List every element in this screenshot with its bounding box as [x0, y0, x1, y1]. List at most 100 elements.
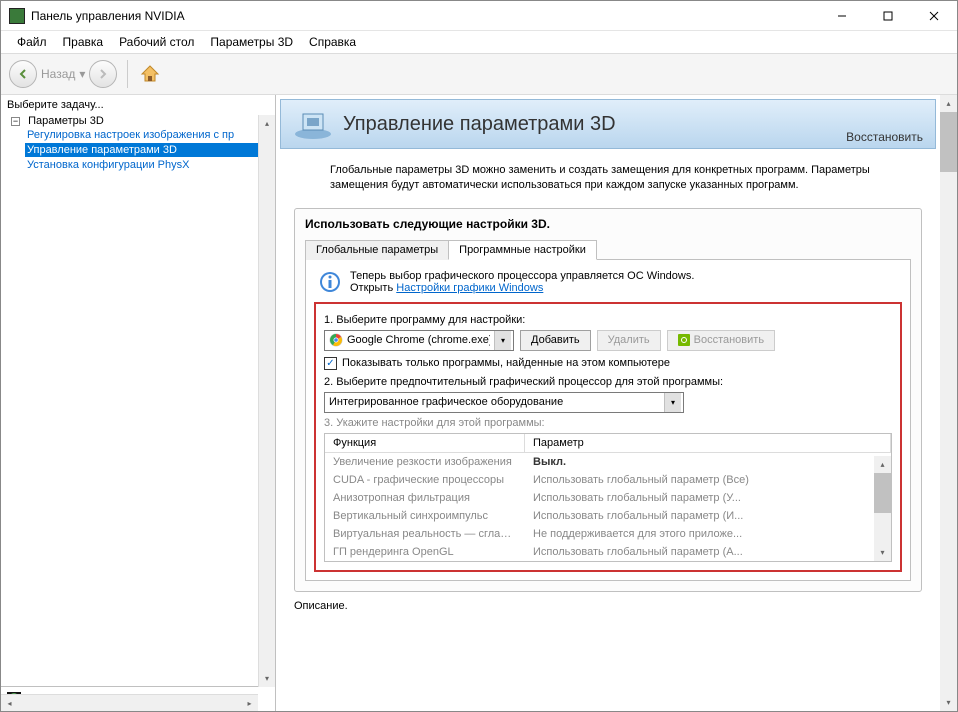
content-scrollbar[interactable]: ▴ ▾ — [940, 95, 957, 711]
app-icon — [9, 8, 25, 24]
table-scrollbar[interactable]: ▴ ▾ — [874, 456, 891, 561]
gpu-row: Интегрированное графическое оборудование… — [324, 392, 892, 413]
table-header: Функция Параметр — [325, 434, 891, 453]
menu-file[interactable]: Файл — [9, 33, 55, 51]
table-row[interactable]: Виртуальная реальность — сглаживан... Не… — [325, 525, 891, 543]
close-button[interactable] — [911, 1, 957, 31]
menu-edit[interactable]: Правка — [55, 33, 112, 51]
tabs: Глобальные параметры Программные настрой… — [305, 239, 911, 260]
tree-children: Регулировка настроек изображения с пр Уп… — [3, 128, 273, 172]
titlebar: Панель управления NVIDIA — [1, 1, 957, 31]
table-row[interactable]: Анизотропная фильтрация Использовать гло… — [325, 489, 891, 507]
tab-body: Теперь выбор графического процессора упр… — [305, 260, 911, 581]
sidebar-inner: Выберите задачу... − Параметры 3D Регули… — [1, 95, 275, 687]
sidebar-item-physx[interactable]: Установка конфигурации PhysX — [25, 158, 273, 172]
step2-label: 2. Выберите предпочтительный графический… — [324, 376, 892, 388]
scroll-up-icon[interactable]: ▴ — [259, 115, 275, 132]
info-line2-prefix: Открыть — [350, 282, 396, 294]
menu-3d[interactable]: Параметры 3D — [202, 33, 301, 51]
chevron-down-icon[interactable]: ▾ — [494, 331, 511, 350]
scroll-down-icon[interactable]: ▾ — [874, 544, 891, 561]
scroll-thumb[interactable] — [874, 473, 891, 513]
description-label: Описание. — [294, 600, 939, 612]
chrome-icon — [329, 333, 343, 347]
highlighted-settings: 1. Выберите программу для настройки: Goo… — [314, 302, 902, 572]
scroll-track[interactable] — [874, 513, 891, 544]
sidebar-item-adjust-image[interactable]: Регулировка настроек изображения с пр — [25, 128, 273, 142]
scroll-up-icon[interactable]: ▴ — [940, 95, 957, 112]
menubar: Файл Правка Рабочий стол Параметры 3D Сп… — [1, 31, 957, 53]
cell-func: ГП рендеринга OpenGL — [325, 543, 525, 561]
scroll-track[interactable] — [940, 172, 957, 694]
program-select-text: Google Chrome (chrome.exe) — [347, 334, 490, 346]
scroll-thumb[interactable] — [940, 112, 957, 172]
gpu-select-text: Интегрированное графическое оборудование — [329, 396, 660, 408]
scroll-up-icon[interactable]: ▴ — [874, 456, 891, 473]
menu-help[interactable]: Справка — [301, 33, 364, 51]
table-row[interactable]: ГП рендеринга OpenGL Использовать глобал… — [325, 543, 891, 561]
window-title: Панель управления NVIDIA — [31, 9, 819, 23]
main-area: Выберите задачу... − Параметры 3D Регули… — [1, 95, 957, 711]
menu-desktop[interactable]: Рабочий стол — [111, 33, 202, 51]
col-function[interactable]: Функция — [325, 434, 525, 452]
tree: − Параметры 3D Регулировка настроек изоб… — [3, 113, 273, 175]
sidebar-item-manage-3d[interactable]: Управление параметрами 3D — [25, 143, 273, 157]
chevron-down-icon[interactable]: ▾ — [79, 67, 85, 81]
remove-button: Удалить — [597, 330, 661, 351]
chevron-down-icon[interactable]: ▾ — [664, 393, 681, 412]
cell-param: Выкл. — [525, 453, 891, 471]
table-row[interactable]: Увеличение резкости изображения Выкл. — [325, 453, 891, 471]
forward-button[interactable] — [89, 60, 117, 88]
settings-table: Функция Параметр Увеличение резкости изо… — [324, 433, 892, 562]
back-button[interactable] — [9, 60, 37, 88]
tree-toggle-icon[interactable]: − — [11, 117, 20, 126]
table-row[interactable]: Вертикальный синхроимпульс Использовать … — [325, 507, 891, 525]
content: Управление параметрами 3D Восстановить Г… — [276, 95, 957, 711]
back-label: Назад ▾ — [41, 67, 85, 81]
cell-param: Использовать глобальный параметр (А... — [525, 543, 891, 561]
tab-program[interactable]: Программные настройки — [448, 240, 597, 260]
home-button[interactable] — [138, 62, 162, 86]
tab-global[interactable]: Глобальные параметры — [305, 240, 449, 260]
tree-root[interactable]: − Параметры 3D — [3, 115, 273, 127]
task-label: Выберите задачу... — [3, 97, 273, 113]
maximize-button[interactable] — [865, 1, 911, 31]
checkbox-label: Показывать только программы, найденные н… — [342, 357, 670, 369]
minimize-button[interactable] — [819, 1, 865, 31]
cell-param: Не поддерживается для этого приложе... — [525, 525, 891, 543]
restore-button-text: Восстановить — [694, 334, 764, 346]
scroll-down-icon[interactable]: ▾ — [940, 694, 957, 711]
nvidia-icon — [678, 334, 690, 346]
cell-func: Анизотропная фильтрация — [325, 489, 525, 507]
info-icon — [318, 270, 342, 294]
program-row: Google Chrome (chrome.exe) ▾ Добавить Уд… — [324, 330, 892, 351]
cell-func: CUDA - графические процессоры — [325, 471, 525, 489]
page-header-icon — [293, 108, 333, 140]
cell-func: Виртуальная реальность — сглаживан... — [325, 525, 525, 543]
table-row[interactable]: CUDA - графические процессоры Использова… — [325, 471, 891, 489]
page-header: Управление параметрами 3D Восстановить — [280, 99, 936, 149]
windows-graphics-link[interactable]: Настройки графики Windows — [396, 282, 543, 294]
add-button[interactable]: Добавить — [520, 330, 591, 351]
separator — [127, 60, 128, 88]
page-title: Управление параметрами 3D — [343, 113, 923, 136]
restore-link[interactable]: Восстановить — [846, 130, 923, 144]
gpu-select[interactable]: Интегрированное графическое оборудование… — [324, 392, 684, 413]
toolbar: Назад ▾ — [1, 53, 957, 95]
sidebar-vscroll[interactable]: ▴ ▾ — [258, 115, 275, 687]
info-text: Теперь выбор графического процессора упр… — [350, 270, 694, 294]
checkbox-row[interactable]: ✓ Показывать только программы, найденные… — [324, 357, 892, 370]
step3-label: 3. Укажите настройки для этой программы: — [324, 417, 892, 429]
checkbox-icon[interactable]: ✓ — [324, 357, 337, 370]
program-select[interactable]: Google Chrome (chrome.exe) ▾ — [324, 330, 514, 351]
tree-root-label: Параметры 3D — [26, 114, 106, 128]
scroll-down-icon[interactable]: ▾ — [259, 670, 275, 687]
scroll-track[interactable] — [259, 132, 275, 670]
back-text: Назад — [41, 67, 75, 81]
sidebar: Выберите задачу... − Параметры 3D Регули… — [1, 95, 276, 711]
cell-param: Использовать глобальный параметр (И... — [525, 507, 891, 525]
col-parameter[interactable]: Параметр — [525, 434, 891, 452]
table-body: Увеличение резкости изображения Выкл. CU… — [325, 453, 891, 561]
cell-func: Увеличение резкости изображения — [325, 453, 525, 471]
panel-title: Использовать следующие настройки 3D. — [305, 217, 911, 231]
